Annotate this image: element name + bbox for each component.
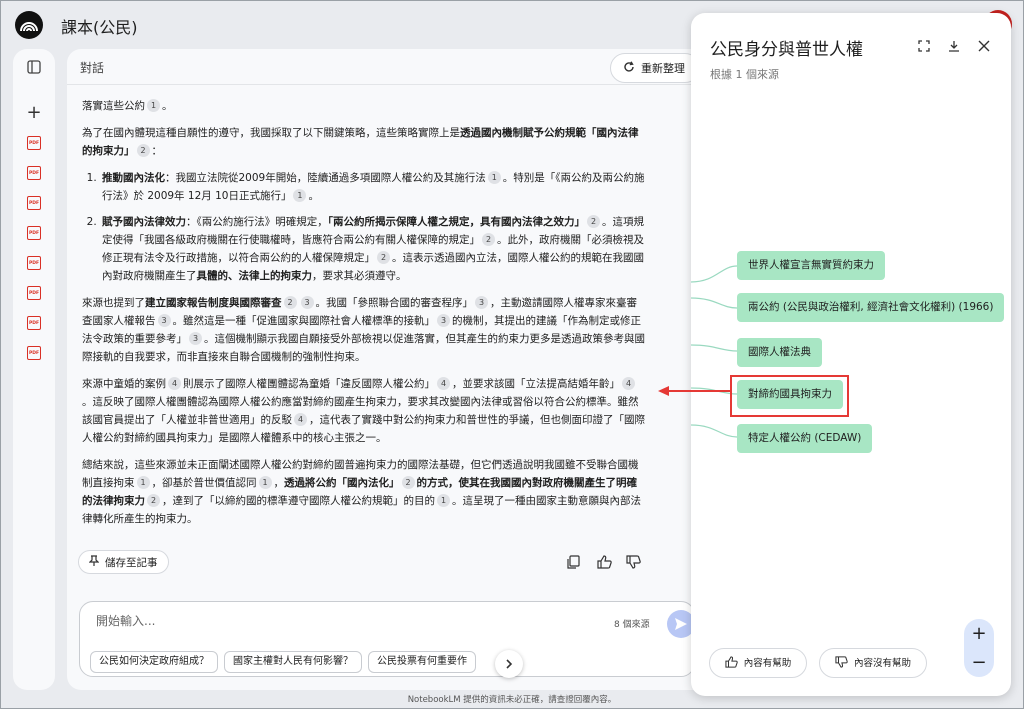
notebooklm-logo-icon[interactable] — [15, 11, 43, 39]
citation-badge[interactable]: 3 — [189, 332, 202, 345]
citation-badge[interactable]: 2 — [401, 476, 415, 489]
chat-header: 對話 重新整理 — [67, 49, 707, 85]
citation-badge[interactable]: 2 — [377, 251, 390, 264]
mindmap-panel: 公民身分與普世人權 根據 1 個來源 世界人權宣言無實質約束力 兩公約 (公民與… — [691, 13, 1011, 696]
zoom-out-button[interactable]: − — [964, 648, 994, 677]
add-source-button[interactable]: + — [24, 102, 44, 123]
zoom-in-button[interactable]: + — [964, 619, 994, 648]
chat-title: 對話 — [80, 61, 105, 75]
paragraph: 來源也提到了建立國家報告制度與國際審查 2 3 。我國「參照聯合國的審查程序」 3 ，主動… — [82, 296, 645, 363]
thumbs-up-icon — [724, 655, 738, 671]
connector-line — [691, 424, 738, 438]
sources-rail: + PDF PDF PDF PDF PDF PDF PDF PDF — [13, 49, 55, 690]
close-icon[interactable] — [975, 37, 993, 55]
citation-badge[interactable]: 2 — [147, 494, 160, 507]
citation-badge[interactable]: 4 — [622, 377, 635, 390]
chat-panel: 對話 重新整理 落實這些公約 1。 為了在國內體現這種自願性的遵守，我國採取了以下… — [67, 49, 707, 690]
panel-toggle-icon[interactable] — [24, 57, 44, 77]
citation-badge[interactable]: 1 — [147, 99, 160, 112]
mindmap-node[interactable]: 世界人權宣言無實質約束力 — [737, 251, 885, 280]
mindmap-canvas[interactable]: 世界人權宣言無實質約束力 兩公約 (公民與政治權利, 經濟社會文化權利) (19… — [691, 93, 1011, 633]
copy-icon[interactable] — [563, 552, 583, 572]
pdf-source-icon[interactable]: PDF — [27, 166, 41, 180]
list-item: 賦予國內法律效力：《兩公約施行法》明確規定，「兩公約所揭示保障人權之規定，具有國… — [100, 213, 645, 285]
citation-badge[interactable]: 3 — [475, 296, 488, 309]
mindmap-node[interactable]: 國際人權法典 — [737, 338, 822, 367]
citation-badge[interactable]: 3 — [300, 296, 314, 309]
source-count: 8 個來源 — [614, 620, 650, 630]
list-item: 推動國內法化：我國立法院從2009年開始，陸續通過多項國際人權公約及其施行法1。… — [100, 169, 645, 205]
send-icon — [675, 618, 687, 630]
citation-badge[interactable]: 2 — [136, 144, 150, 157]
mindmap-header: 公民身分與普世人權 根據 1 個來源 — [691, 13, 1011, 93]
helpful-button[interactable]: 內容有幫助 — [709, 648, 807, 678]
suggestion-chip[interactable]: 國家主權對人民有何影響？ — [224, 651, 362, 673]
suggestion-chip[interactable]: 公民如何決定政府組成？ — [90, 651, 218, 673]
suggestion-chips: 公民如何決定政府組成？ 國家主權對人民有何影響？ 公民投票有何重要作 — [90, 649, 482, 673]
helpful-label: 內容有幫助 — [743, 657, 792, 669]
citation-badge[interactable]: 2 — [587, 215, 600, 228]
download-icon[interactable] — [945, 37, 963, 55]
paragraph: 落實這些公約 1。 — [82, 99, 173, 112]
notebook-title[interactable]: 課本(公民) — [61, 14, 138, 38]
thumbs-down-icon — [834, 655, 848, 671]
connector-line — [691, 265, 738, 283]
citation-badge[interactable]: 3 — [157, 314, 171, 327]
connector-line — [691, 297, 738, 309]
refresh-icon — [623, 60, 635, 76]
not-helpful-button[interactable]: 內容沒有幫助 — [819, 648, 927, 678]
reorganize-label: 重新整理 — [641, 62, 685, 75]
paragraph: 總結來說，這些來源並未正面闡述國際人權公約對締約國普遍拘束力的國際法基礎，但它們… — [82, 459, 641, 525]
pdf-source-icon[interactable]: PDF — [27, 346, 41, 360]
citation-badge[interactable]: 1 — [293, 189, 307, 202]
citation-badge[interactable]: 2 — [283, 296, 297, 309]
chevron-right-icon[interactable] — [495, 650, 523, 678]
connector-line — [691, 344, 738, 352]
mindmap-subtitle: 根據 1 個來源 — [710, 68, 779, 81]
mindmap-node[interactable]: 兩公約 (公民與政治權利, 經濟社會文化權利) (1966) — [737, 293, 1005, 322]
response-content: 落實這些公約 1。 為了在國內體現這種自願性的遵守，我國採取了以下關鍵策略，這些策… — [82, 97, 645, 537]
pdf-source-icon[interactable]: PDF — [27, 196, 41, 210]
suggestion-chip[interactable]: 公民投票有何重要作 — [368, 651, 476, 673]
pdf-source-icon[interactable]: PDF — [27, 226, 41, 240]
citation-badge[interactable]: 3 — [437, 314, 450, 327]
citation-badge[interactable]: 4 — [294, 413, 307, 426]
citation-badge[interactable]: 4 — [168, 377, 181, 390]
thumbs-up-icon[interactable] — [594, 552, 614, 572]
fullscreen-icon[interactable] — [915, 37, 933, 55]
thumbs-down-icon[interactable] — [623, 552, 643, 572]
strategy-list: 推動國內法化：我國立法院從2009年開始，陸續通過多項國際人權公約及其施行法1。… — [100, 169, 645, 285]
citation-badge[interactable]: 1 — [437, 494, 450, 507]
pdf-source-icon[interactable]: PDF — [27, 316, 41, 330]
pdf-source-icon[interactable]: PDF — [27, 286, 41, 300]
pdf-source-icon[interactable]: PDF — [27, 136, 41, 150]
chat-input-box: 8 個來源 公民如何決定政府組成？ 國家主權對人民有何影響？ 公民投票有何重要作 — [79, 601, 695, 678]
not-helpful-label: 內容沒有幫助 — [853, 657, 911, 669]
paragraph: 為了在國內體現這種自願性的遵守，我國採取了以下關鍵策略，這些策略實際上是透過國內… — [82, 127, 639, 157]
save-to-note-button[interactable]: 儲存至記事 — [78, 550, 169, 574]
citation-badge[interactable]: 4 — [437, 377, 450, 390]
pin-icon — [88, 554, 100, 570]
citation-badge[interactable]: 1 — [487, 171, 501, 184]
reorganize-button[interactable]: 重新整理 — [610, 53, 700, 83]
mindmap-node[interactable]: 對締約國具拘束力 — [737, 380, 843, 409]
chat-input[interactable] — [96, 614, 566, 628]
zoom-controls: + − — [964, 619, 994, 677]
pdf-source-icon[interactable]: PDF — [27, 256, 41, 270]
citation-badge[interactable]: 1 — [258, 476, 272, 489]
save-to-note-label: 儲存至記事 — [105, 556, 158, 569]
paragraph: 來源中童婚的案例 4 則展示了國際人權團體認為童婚「違反國際人權公約」 4 ，並要求該國… — [82, 377, 645, 444]
arrow-annotation-icon — [658, 386, 731, 396]
mindmap-title: 公民身分與普世人權 — [710, 40, 863, 60]
citation-badge[interactable]: 2 — [482, 233, 495, 246]
mindmap-node[interactable]: 特定人權公約 (CEDAW) — [737, 424, 873, 453]
citation-badge[interactable]: 1 — [136, 476, 150, 489]
